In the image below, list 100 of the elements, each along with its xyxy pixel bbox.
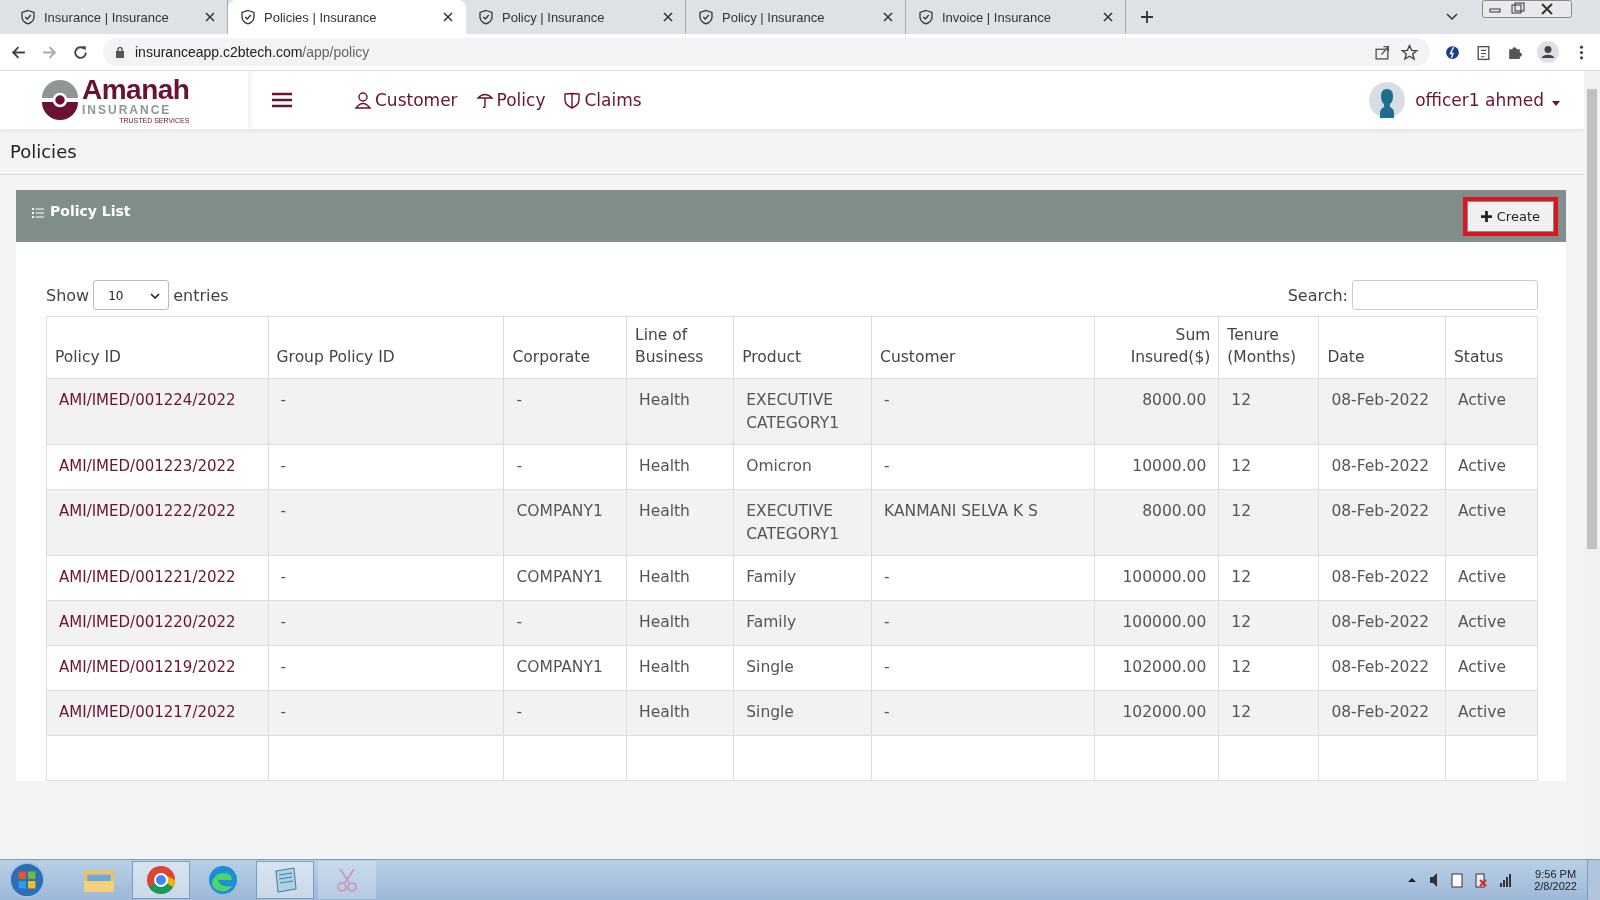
- nav-link[interactable]: Claims: [563, 90, 642, 110]
- table-cell: Active: [1458, 613, 1506, 632]
- create-button[interactable]: Create: [1467, 201, 1553, 231]
- search-label: Search:: [1287, 285, 1348, 305]
- table-cell: Active: [1458, 457, 1506, 476]
- table-cell: 08-Feb-2022: [1331, 391, 1430, 410]
- person-icon[interactable]: [354, 91, 372, 109]
- table-cell: KANMANI SELVA K S: [884, 502, 1038, 521]
- extension-icon[interactable]: [1444, 43, 1461, 61]
- close-icon[interactable]: [663, 12, 673, 22]
- table-cell: -: [280, 613, 287, 632]
- table-cell: -: [516, 457, 523, 476]
- table-cell: -: [516, 391, 523, 410]
- table-cell: EXECUTIVE CATEGORY1: [746, 391, 840, 432]
- table-cell: 12: [1231, 391, 1252, 410]
- table-cell: 12: [1231, 568, 1252, 587]
- menu-icon[interactable]: [272, 92, 292, 108]
- nav-link[interactable]: Customer: [354, 90, 458, 110]
- clipboard-icon[interactable]: [1475, 43, 1492, 61]
- address-field[interactable]: insuranceapp.c2btech.com/app/policy: [103, 38, 1430, 66]
- table-cell: Health: [639, 391, 690, 410]
- shield-icon[interactable]: [563, 91, 582, 109]
- table-cell: 12: [1231, 502, 1252, 521]
- table-cell: Active: [1458, 703, 1506, 722]
- notepad-icon[interactable]: [256, 861, 314, 899]
- table-cell: 10000.00: [1132, 457, 1207, 476]
- table-cell: 12: [1231, 613, 1252, 632]
- close-icon[interactable]: [883, 12, 893, 22]
- table-cell: Family: [746, 568, 797, 587]
- user-menu[interactable]: officer1 ahmed: [1415, 90, 1544, 110]
- share-icon[interactable]: [1374, 43, 1391, 61]
- search-field[interactable]: [1352, 280, 1538, 310]
- table-cell: Omicron: [746, 457, 812, 476]
- table-cell: -: [884, 613, 890, 632]
- table-cell: Active: [1458, 502, 1506, 521]
- table-cell: Health: [639, 502, 690, 521]
- table-cell: 08-Feb-2022: [1331, 703, 1430, 722]
- table-cell: -: [516, 613, 523, 632]
- table-cell: -: [884, 568, 890, 587]
- table-cell: COMPANY1: [516, 658, 603, 677]
- table-cell: -: [280, 502, 287, 521]
- shield-icon: [240, 9, 256, 25]
- table-cell: 12: [1231, 457, 1252, 476]
- table-cell: 12: [1231, 658, 1252, 677]
- avatar-icon[interactable]: [1369, 82, 1406, 118]
- chevron-down-icon[interactable]: [1446, 13, 1458, 21]
- shield-icon: [20, 9, 36, 25]
- chevron-down-icon[interactable]: [150, 293, 161, 299]
- table-cell: Active: [1458, 658, 1506, 677]
- show-label: Show: [46, 285, 90, 305]
- umbrella-icon[interactable]: [475, 91, 494, 109]
- clock-date: 2/8/2022: [1534, 880, 1577, 892]
- close-icon[interactable]: [443, 12, 453, 22]
- table-cell: -: [884, 391, 890, 410]
- table-cell: Family: [746, 613, 797, 632]
- table-cell: -: [280, 703, 287, 722]
- close-icon[interactable]: [1103, 12, 1113, 22]
- table-cell: 100000.00: [1122, 613, 1207, 632]
- browser-tab[interactable]: Policies | Insurance: [228, 0, 466, 34]
- table-cell: Health: [639, 613, 690, 632]
- table-cell: -: [280, 391, 287, 410]
- star-icon[interactable]: [1401, 43, 1418, 61]
- table-cell: Active: [1458, 391, 1506, 410]
- logo-subtitle: INSURANCE: [82, 104, 173, 116]
- table-cell: Active: [1458, 568, 1506, 587]
- table-cell: 08-Feb-2022: [1331, 502, 1430, 521]
- table-cell: Health: [639, 658, 690, 677]
- close-icon[interactable]: [205, 12, 215, 22]
- caret-icon[interactable]: [1552, 100, 1560, 106]
- reload-icon[interactable]: [72, 43, 89, 61]
- table-cell: 100000.00: [1122, 568, 1207, 587]
- scrollbar[interactable]: [1584, 71, 1600, 859]
- table-cell: 08-Feb-2022: [1331, 457, 1430, 476]
- table-cell: 102000.00: [1122, 703, 1207, 722]
- profile-icon[interactable]: [1537, 41, 1559, 63]
- page-size-select[interactable]: 10: [93, 280, 170, 310]
- new-tab-icon[interactable]: [1140, 10, 1154, 24]
- list-icon: [32, 208, 44, 218]
- plus-icon: [1480, 210, 1492, 222]
- page-title: Policies: [0, 129, 1584, 175]
- table-cell: -: [884, 457, 890, 476]
- table-cell: 08-Feb-2022: [1331, 568, 1430, 587]
- table-cell: Health: [639, 457, 690, 476]
- table-cell: 102000.00: [1122, 658, 1207, 677]
- table-cell: -: [884, 658, 890, 677]
- nav-link[interactable]: Policy: [475, 90, 546, 110]
- logo-name: Amanah: [82, 76, 190, 104]
- window-controls[interactable]: [1482, 0, 1572, 18]
- table-cell: 8000.00: [1142, 391, 1207, 410]
- chrome-icon[interactable]: [132, 861, 190, 899]
- table-cell: COMPANY1: [516, 502, 603, 521]
- table-cell: 08-Feb-2022: [1331, 658, 1430, 677]
- table-cell: COMPANY1: [516, 568, 603, 587]
- table-cell: Health: [639, 568, 690, 587]
- lock-icon: [115, 46, 125, 58]
- table-cell: Health: [639, 703, 690, 722]
- table-cell: Single: [746, 658, 794, 677]
- clock-time: 9:56 PM: [1535, 868, 1577, 880]
- shield-icon: [698, 9, 714, 25]
- start-icon[interactable]: [8, 861, 46, 899]
